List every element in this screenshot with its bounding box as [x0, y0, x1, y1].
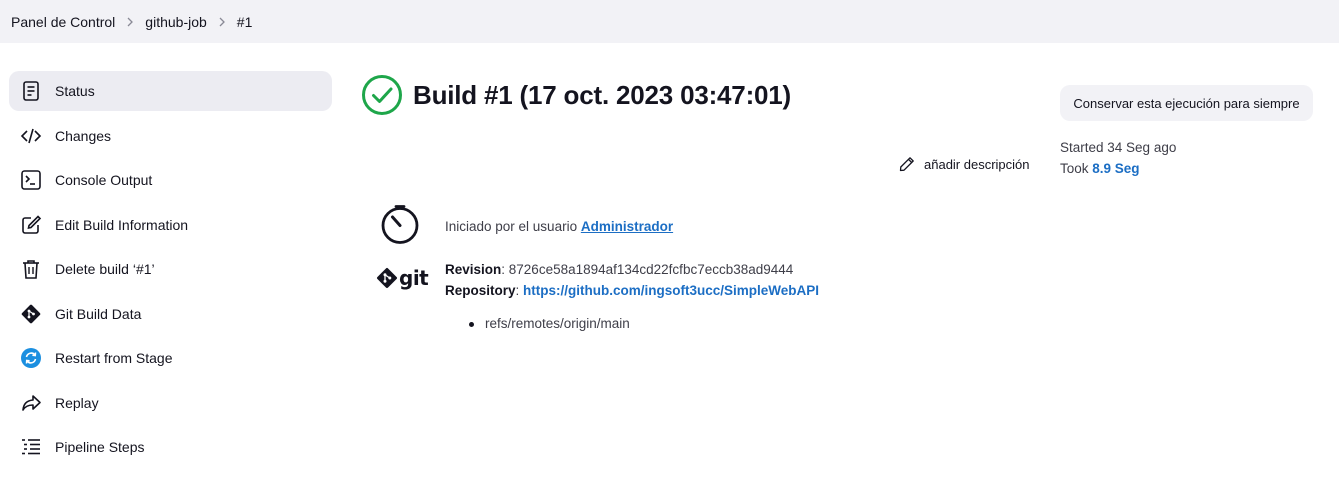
branch-list: refs/remotes/origin/main [469, 316, 630, 331]
user-link[interactable]: Administrador [581, 219, 673, 234]
revision-label: Revision [445, 262, 502, 277]
repository-link[interactable]: https://github.com/ingsoft3ucc/SimpleWeb… [523, 283, 819, 298]
sidebar-item-git-build-data[interactable]: Git Build Data [9, 294, 332, 334]
page-title: Build #1 (17 oct. 2023 03:47:01) [413, 79, 792, 110]
build-meta: Started 34 Seg ago Took 8.9 Seg [1060, 137, 1176, 179]
restart-icon [20, 347, 42, 369]
duration-label: Took [1060, 161, 1093, 176]
sidebar-item-label: Replay [55, 394, 99, 411]
code-icon [20, 125, 42, 147]
git-info: Revision: 8726ce58a1894af134cd22fcfbc7ec… [445, 259, 819, 301]
build-header: Build #1 (17 oct. 2023 03:47:01) [361, 74, 791, 116]
sidebar-item-label: Delete build ‘#1’ [55, 261, 155, 277]
repository-sep: : [515, 283, 524, 298]
sidebar-item-delete-build[interactable]: Delete build ‘#1’ [9, 249, 332, 289]
pencil-icon [899, 157, 914, 172]
breadcrumb-dashboard[interactable]: Panel de Control [11, 14, 115, 30]
git-icon [377, 268, 397, 288]
sidebar-item-label: Pipeline Steps [55, 439, 145, 455]
keep-build-button[interactable]: Conservar esta ejecución para siempre [1060, 85, 1313, 121]
breadcrumb-build[interactable]: #1 [237, 14, 253, 30]
repository-row: Repository: https://github.com/ingsoft3u… [445, 280, 819, 301]
revision-value: : 8726ce58a1894af134cd22fcfbc7eccb38ad94… [501, 262, 794, 277]
sidebar-item-console-output[interactable]: Console Output [9, 160, 332, 200]
build-cause: Iniciado por el usuario Administrador [445, 219, 673, 234]
add-description-label: añadir descripción [924, 156, 1030, 172]
replay-icon [20, 392, 42, 414]
sidebar-item-changes[interactable]: Changes [9, 116, 332, 156]
sidebar-item-restart-from-stage[interactable]: Restart from Stage [9, 338, 332, 378]
list-item: refs/remotes/origin/main [469, 316, 630, 331]
sidebar-item-label: Restart from Stage [55, 350, 173, 366]
edit-icon [20, 214, 42, 236]
success-check-icon [362, 75, 402, 115]
sidebar: Status Changes Console Output Edit Build… [9, 71, 332, 472]
duration-link[interactable]: 8.9 Seg [1092, 161, 1139, 176]
git-logo-text: git [399, 266, 429, 290]
git-icon [20, 303, 42, 325]
duration-text: Took 8.9 Seg [1060, 158, 1176, 179]
breadcrumb: Panel de Control github-job #1 [0, 0, 1339, 43]
timer-icon [381, 205, 419, 244]
sidebar-item-label: Status [55, 83, 95, 99]
sidebar-item-status[interactable]: Status [9, 71, 332, 111]
status-icon [20, 80, 42, 102]
chevron-right-icon [115, 17, 145, 27]
trash-icon [20, 258, 42, 280]
revision-row: Revision: 8726ce58a1894af134cd22fcfbc7ec… [445, 259, 819, 280]
list-icon [20, 436, 42, 458]
sidebar-item-label: Console Output [55, 172, 153, 188]
terminal-icon [20, 169, 42, 191]
repository-label: Repository [445, 283, 516, 298]
sidebar-item-label: Changes [55, 127, 112, 144]
sidebar-item-label: Git Build Data [55, 305, 142, 322]
breadcrumb-job[interactable]: github-job [145, 14, 207, 30]
cause-label: Iniciado por el usuario [445, 219, 581, 234]
sidebar-item-pipeline-steps[interactable]: Pipeline Steps [9, 427, 332, 467]
chevron-right-icon [207, 17, 237, 27]
git-logo: git [376, 266, 429, 290]
sidebar-item-edit-build-information[interactable]: Edit Build Information [9, 205, 332, 245]
started-text: Started 34 Seg ago [1060, 140, 1177, 155]
sidebar-item-replay[interactable]: Replay [9, 383, 332, 423]
add-description-button[interactable]: añadir descripción [899, 156, 1030, 172]
sidebar-item-label: Edit Build Information [55, 216, 189, 233]
